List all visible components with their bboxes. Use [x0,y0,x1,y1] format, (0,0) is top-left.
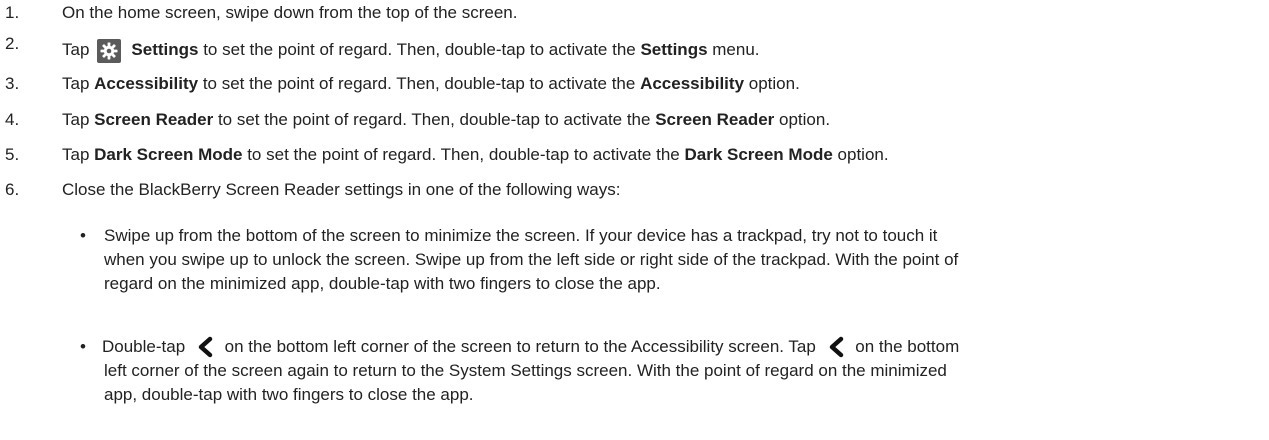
step-text-post: option. [832,145,889,164]
step-text: Tap Accessibility to set the point of re… [62,74,800,94]
bullet-line: when you swipe up to unlock the screen. … [104,250,959,269]
step-number: 6. [5,180,20,199]
step-text-mid: to set the point of regard. Then, double… [242,145,685,164]
step-text-mid: to set the point of regard. Then, double… [198,74,641,93]
bullet-dot: • [80,226,86,245]
step-number: 5. [5,145,20,164]
step-text: Tap Screen Reader to set the point of re… [62,110,830,130]
step-text-mid: to set the point of regard. Then, double… [213,110,656,129]
back-chevron-icon [196,336,214,358]
bullet-dot: • [80,337,86,356]
bullet-text: Swipe up from the bottom of the screen t… [104,224,1254,296]
gear-icon [97,39,122,63]
bullet-line-first: Double-tap on the bottom left corner of … [102,335,1252,359]
bullet-line: app, double-tap with two fingers to clos… [104,385,474,404]
accessibility-option-label: Accessibility [640,74,745,93]
dark-screen-mode-option-label: Dark Screen Mode [684,145,833,164]
screen-reader-option-label: Screen Reader [655,110,775,129]
settings-label: Settings [131,40,199,59]
accessibility-label: Accessibility [94,74,199,93]
step-text-post: option. [774,110,831,129]
step-number: 3. [5,74,20,93]
step-text-post: menu. [707,40,760,59]
back-chevron-icon [827,336,845,358]
step-text: Tap Settings to set the point of regard.… [62,38,760,63]
bullet-text-a: Double-tap [102,337,190,356]
bullet-text-b: on the bottom left corner of the screen … [219,337,821,356]
step-number: 4. [5,110,20,129]
step-text-pre: Tap [62,110,95,129]
bullet-line: Swipe up from the bottom of the screen t… [104,226,938,245]
step-text-mid: to set the point of regard. Then, double… [198,40,641,59]
dark-screen-mode-label: Dark Screen Mode [94,145,243,164]
screen-reader-label: Screen Reader [94,110,214,129]
settings-menu-label: Settings [640,40,708,59]
step-text-pre: Tap [62,145,95,164]
bullet-text-c: on the bottom [850,337,960,356]
bullet-text: Double-tap on the bottom left corner of … [102,335,1252,407]
step-text: Close the BlackBerry Screen Reader setti… [62,180,621,199]
step-number: 2. [5,34,20,53]
bullet-line: regard on the minimized app, double-tap … [104,274,661,293]
step-number: 1. [5,3,20,22]
step-text-post: option. [744,74,800,93]
bullet-line: left corner of the screen again to retur… [104,361,947,380]
step-text-pre: Tap [62,40,90,59]
document-page: 1. On the home screen, swipe down from t… [0,0,1269,440]
step-text: On the home screen, swipe down from the … [62,3,518,22]
step-text: Tap Dark Screen Mode to set the point of… [62,145,889,165]
step-text-pre: Tap [62,74,95,93]
